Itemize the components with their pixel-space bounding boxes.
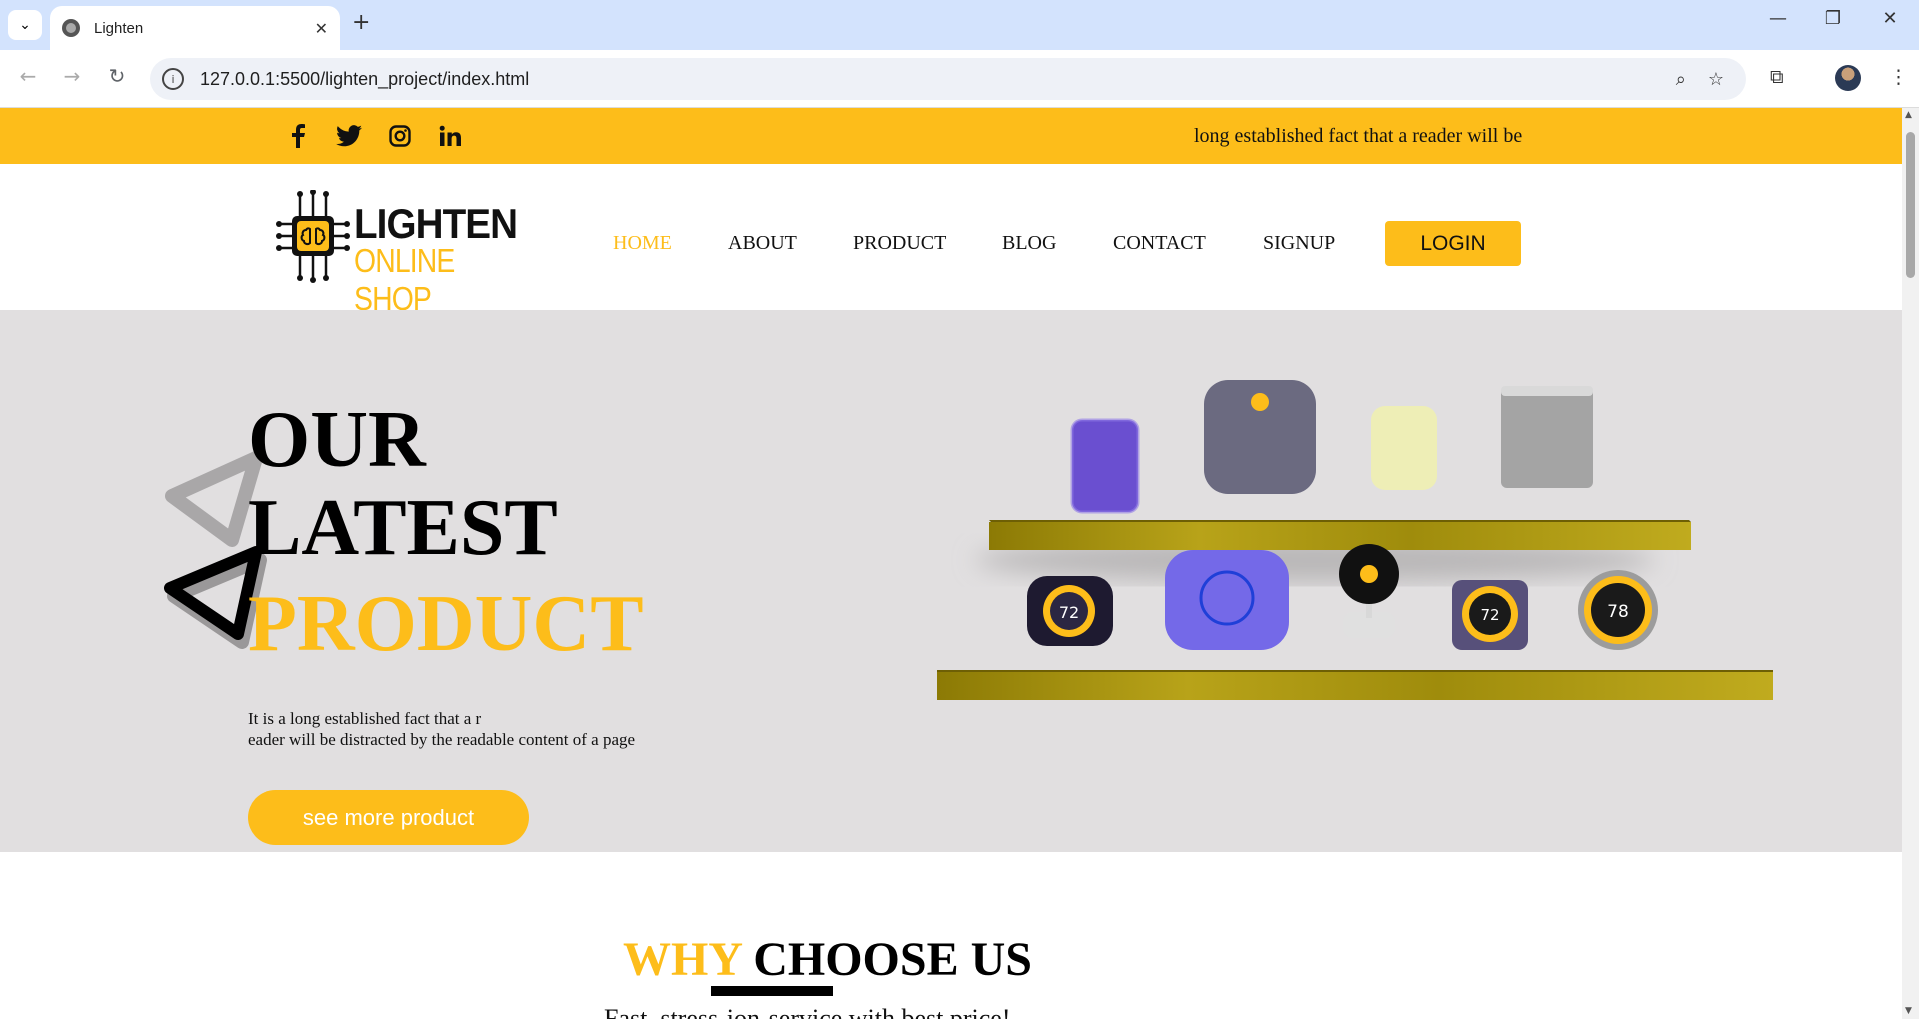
brain-chip-icon (276, 190, 350, 283)
tab-close-icon[interactable]: ✕ (315, 19, 328, 38)
hero-description-line1: It is a long established fact that a r (248, 709, 482, 728)
twitter-icon[interactable] (335, 122, 363, 150)
page-scrollbar[interactable]: ▲ ▼ (1902, 108, 1919, 1019)
why-choose-us-title: WHY CHOOSE US (623, 932, 1032, 987)
site-header: LIGHTEN ONLINE SHOP HOME ABOUT PRODUCT B… (0, 164, 1902, 317)
restore-button[interactable]: ❐ (1813, 8, 1853, 29)
why-title-yellow: WHY (623, 933, 742, 986)
why-subtitle: Fast, stress-ion-service with best price… (604, 1004, 1011, 1019)
browser-toolbar: ← → ↻ i 127.0.0.1:5500/lighten_project/i… (0, 50, 1919, 108)
menu-icon[interactable]: ⋮ (1889, 66, 1908, 88)
tab-search-button[interactable]: ⌄ (8, 10, 42, 40)
address-bar[interactable]: i 127.0.0.1:5500/lighten_project/index.h… (150, 58, 1746, 100)
browser-tab-strip: ⌄ Lighten ✕ + — ❐ ✕ (0, 0, 1919, 50)
instagram-icon[interactable] (386, 122, 414, 150)
thermostat-reading-2: 72 (1480, 606, 1499, 624)
linkedin-icon[interactable] (436, 122, 464, 150)
site-info-icon[interactable]: i (162, 68, 184, 90)
nav-about[interactable]: ABOUT (728, 232, 797, 255)
zoom-icon[interactable]: ⌕ (1676, 69, 1686, 90)
nav-signup[interactable]: SIGNUP (1263, 232, 1335, 255)
smart-devices-shelf-image: 72 72 78 (937, 380, 1773, 700)
nav-product[interactable]: PRODUCT (853, 232, 946, 255)
scroll-up-arrow-icon[interactable]: ▲ (1905, 110, 1912, 120)
logo-title: LIGHTEN (354, 200, 518, 247)
login-button[interactable]: LOGIN (1385, 221, 1521, 266)
thermostat-reading-1: 72 (1059, 603, 1079, 622)
nav-home[interactable]: HOME (613, 232, 672, 255)
bookmark-star-icon[interactable]: ☆ (1708, 69, 1724, 90)
profile-avatar[interactable] (1835, 65, 1861, 91)
facebook-icon[interactable] (284, 122, 312, 150)
back-button[interactable]: ← (13, 64, 43, 88)
hero-description-line2: eader will be distracted by the readable… (248, 730, 636, 749)
hero-line-product: PRODUCT (248, 580, 644, 668)
globe-icon (62, 19, 80, 37)
extensions-icon[interactable]: ⧉ (1770, 66, 1784, 88)
see-more-product-button[interactable]: see more product (248, 790, 529, 845)
marquee-text: long established fact that a reader will… (1194, 125, 1523, 147)
why-title-black: CHOOSE US (753, 933, 1032, 986)
minimize-button[interactable]: — (1758, 8, 1798, 29)
nav-blog[interactable]: BLOG (1002, 232, 1056, 255)
hero-section: OUR LATEST PRODUCT It is a long establis… (0, 310, 1902, 852)
new-tab-button[interactable]: + (352, 10, 370, 35)
title-underline (711, 986, 833, 996)
reload-button[interactable]: ↻ (102, 64, 132, 88)
scrollbar-thumb[interactable] (1906, 132, 1915, 278)
thermostat-reading-3: 78 (1607, 602, 1629, 622)
top-strip: long established fact that a reader will… (0, 108, 1902, 164)
page-viewport: long established fact that a reader will… (0, 108, 1902, 1019)
url-text[interactable]: 127.0.0.1:5500/lighten_project/index.htm… (200, 69, 1676, 90)
hero-line-latest: LATEST (248, 484, 558, 572)
forward-button[interactable]: → (57, 64, 87, 88)
tab-title: Lighten (94, 19, 144, 37)
close-window-button[interactable]: ✕ (1870, 8, 1910, 29)
nav-contact[interactable]: CONTACT (1113, 232, 1206, 255)
hero-description: It is a long established fact that a r e… (248, 708, 635, 750)
site-logo[interactable]: LIGHTEN ONLINE SHOP (276, 190, 536, 317)
why-choose-us-section: WHY CHOOSE US Fast, stress-ion-service w… (0, 852, 1902, 1019)
browser-tab[interactable]: Lighten ✕ (50, 6, 340, 50)
hero-line-our: OUR (248, 396, 426, 484)
logo-subtitle: ONLINE SHOP (354, 242, 455, 317)
scroll-down-arrow-icon[interactable]: ▼ (1905, 1006, 1912, 1016)
